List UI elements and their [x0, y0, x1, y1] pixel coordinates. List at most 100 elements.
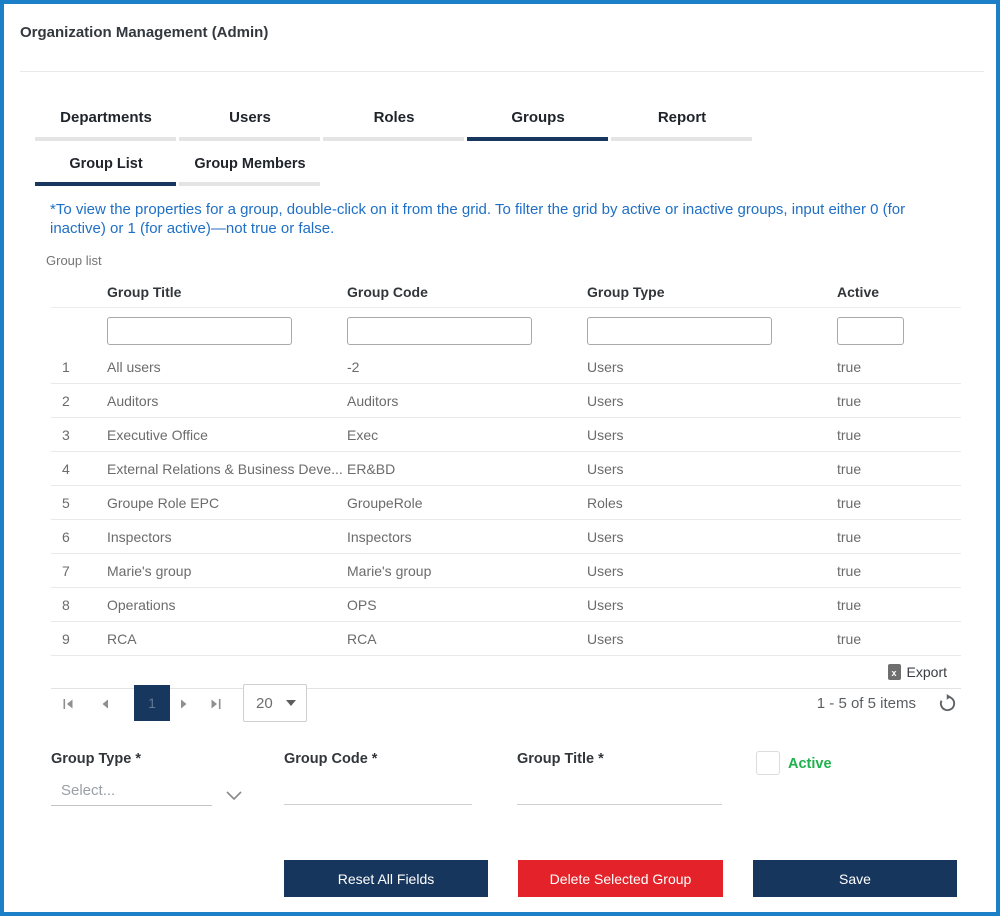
group-code-cell: Auditors: [347, 392, 399, 409]
column-header-group-title[interactable]: Group Title: [107, 284, 347, 300]
active-cell: true: [837, 358, 862, 375]
subtab-group-members[interactable]: Group Members: [178, 152, 322, 186]
first-page-icon[interactable]: [62, 697, 74, 709]
group-title-cell: Inspectors: [107, 528, 172, 545]
active-cell: true: [837, 596, 862, 613]
tab-departments[interactable]: Departments: [34, 104, 178, 141]
group-subtabs: Group List Group Members: [34, 152, 322, 186]
filter-group-type-input[interactable]: [587, 317, 772, 345]
subtab-group-list[interactable]: Group List: [34, 152, 178, 186]
group-code-cell: ER&BD: [347, 460, 396, 477]
group-type-cell: Roles: [587, 494, 623, 511]
pager-items-text: 1 - 5 of 5 items: [816, 694, 916, 712]
filter-active-input[interactable]: [837, 317, 904, 345]
current-page-button[interactable]: 1: [134, 685, 170, 721]
column-header-group-type[interactable]: Group Type: [587, 284, 827, 300]
row-number-cell: 4: [62, 460, 70, 477]
group-type-select[interactable]: Select...: [51, 776, 212, 806]
filter-group-title-input[interactable]: [107, 317, 292, 345]
active-cell: true: [837, 630, 862, 647]
active-cell: true: [837, 426, 862, 443]
group-code-field[interactable]: [284, 776, 472, 805]
table-row[interactable]: 1 All users -2 Users true: [51, 350, 961, 384]
instructions-note: *To view the properties for a group, dou…: [50, 201, 906, 237]
grid-pager: 1 20 1 - 5 of 5 items: [51, 679, 961, 727]
group-type-cell: Users: [587, 596, 624, 613]
active-cell: true: [837, 562, 862, 579]
group-title-cell: External Relations & Business Deve...: [107, 460, 343, 477]
column-header-active[interactable]: Active: [827, 284, 961, 300]
row-number-cell: 9: [62, 630, 70, 647]
group-title-cell: Operations: [107, 596, 176, 613]
grid-rows: 1 All users -2 Users true 2 Auditors Aud…: [51, 350, 961, 656]
filter-group-code-input[interactable]: [347, 317, 532, 345]
main-tabs: Departments Users Roles Groups Report: [34, 104, 754, 141]
save-button[interactable]: Save: [753, 860, 957, 897]
table-row[interactable]: 2 Auditors Auditors Users true: [51, 384, 961, 418]
table-row[interactable]: 4 External Relations & Business Deve... …: [51, 452, 961, 486]
group-list-grid: Group Title Group Code Group Type Active…: [51, 276, 961, 689]
organization-management-page: Organization Management (Admin) Departme…: [0, 0, 1000, 916]
table-row[interactable]: 8 Operations OPS Users true: [51, 588, 961, 622]
title-divider: [20, 71, 984, 72]
table-row[interactable]: 7 Marie's group Marie's group Users true: [51, 554, 961, 588]
group-code-cell: OPS: [347, 596, 377, 613]
tab-underline: [179, 137, 320, 141]
table-row[interactable]: 3 Executive Office Exec Users true: [51, 418, 961, 452]
row-number-cell: 5: [62, 494, 70, 511]
group-title-cell: Auditors: [107, 392, 159, 409]
group-title-cell: Executive Office: [107, 426, 208, 443]
group-title-cell: Marie's group: [107, 562, 192, 579]
active-tab-underline: [467, 137, 608, 141]
tab-groups[interactable]: Groups: [466, 104, 610, 141]
page-title: Organization Management (Admin): [20, 24, 269, 41]
next-page-icon[interactable]: [178, 697, 190, 709]
prev-page-icon[interactable]: [99, 697, 111, 709]
group-title-cell: All users: [107, 358, 161, 375]
group-code-cell: -2: [347, 358, 360, 375]
group-type-cell: Users: [587, 426, 624, 443]
row-number-cell: 8: [62, 596, 70, 613]
active-cell: true: [837, 528, 862, 545]
page-size-value: 20: [256, 694, 273, 712]
active-cell: true: [837, 494, 862, 511]
group-code-cell: RCA: [347, 630, 377, 647]
table-row[interactable]: 6 Inspectors Inspectors Users true: [51, 520, 961, 554]
group-title-field[interactable]: [517, 776, 722, 805]
active-subtab-underline: [35, 182, 176, 186]
chevron-down-icon[interactable]: [226, 787, 242, 805]
delete-selected-group-button[interactable]: Delete Selected Group: [518, 860, 723, 897]
active-checkbox-label: Active: [788, 756, 832, 772]
group-code-label: Group Code *: [284, 751, 378, 767]
table-row[interactable]: 5 Groupe Role EPC GroupeRole Roles true: [51, 486, 961, 520]
group-type-cell: Users: [587, 562, 624, 579]
subtab-underline: [179, 182, 320, 186]
reset-all-fields-button[interactable]: Reset All Fields: [284, 860, 488, 897]
group-type-cell: Users: [587, 392, 624, 409]
page-size-dropdown[interactable]: 20: [243, 684, 307, 722]
tab-report[interactable]: Report: [610, 104, 754, 141]
tab-underline: [323, 137, 464, 141]
last-page-icon[interactable]: [210, 697, 222, 709]
grid-header-row: Group Title Group Code Group Type Active: [51, 276, 961, 308]
column-header-group-code[interactable]: Group Code: [347, 284, 587, 300]
active-cell: true: [837, 392, 862, 409]
row-number-cell: 1: [62, 358, 70, 375]
table-row[interactable]: 9 RCA RCA Users true: [51, 622, 961, 656]
tab-users[interactable]: Users: [178, 104, 322, 141]
group-code-cell: GroupeRole: [347, 494, 423, 511]
group-type-cell: Users: [587, 528, 624, 545]
caret-down-icon: [286, 700, 296, 706]
group-title-label: Group Title *: [517, 751, 604, 767]
row-number-cell: 6: [62, 528, 70, 545]
row-number-cell: 2: [62, 392, 70, 409]
group-type-label: Group Type *: [51, 751, 141, 767]
row-number-cell: 3: [62, 426, 70, 443]
grid-filter-row: [51, 308, 961, 350]
tab-underline: [35, 137, 176, 141]
row-number-cell: 7: [62, 562, 70, 579]
export-label: Export: [906, 664, 947, 680]
tab-roles[interactable]: Roles: [322, 104, 466, 141]
refresh-icon[interactable]: [938, 693, 957, 713]
active-checkbox[interactable]: [756, 751, 780, 775]
